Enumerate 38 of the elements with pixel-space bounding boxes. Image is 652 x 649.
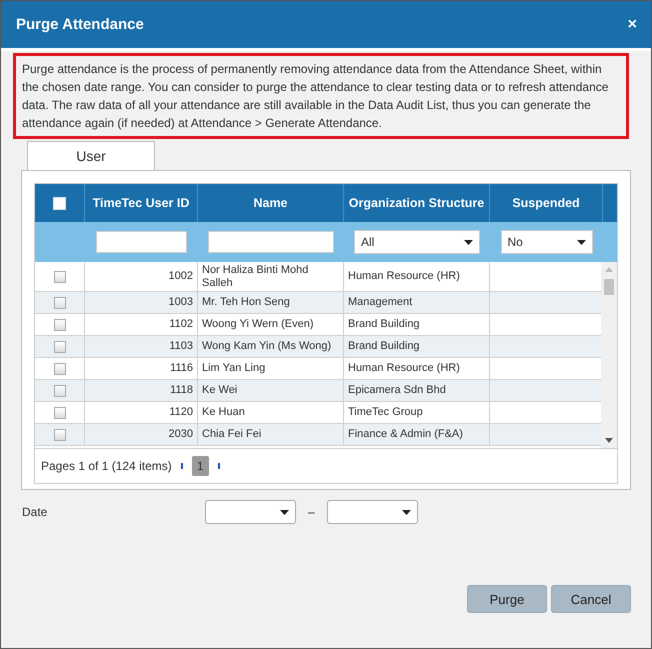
dialog-button[interactable]: Purge [467, 585, 547, 613]
end-date-dropdown[interactable] [326, 500, 418, 524]
dialog-title: Purge Attendance [16, 16, 144, 33]
select-all-checkbox[interactable] [53, 196, 66, 210]
row-checkbox[interactable] [54, 362, 66, 374]
filter-dropdown[interactable]: No [500, 230, 592, 254]
row-checkbox[interactable] [54, 318, 66, 330]
filter-dropdown[interactable]: All [354, 230, 480, 254]
next-page-icon[interactable] [218, 463, 220, 469]
date-label: Date [22, 505, 48, 519]
scroll-up-icon[interactable] [605, 267, 613, 272]
row-checkbox[interactable] [54, 340, 66, 352]
caret-icon [576, 240, 586, 244]
close-button[interactable]: × [628, 16, 637, 34]
scroll-thumb[interactable] [604, 279, 614, 295]
caret-icon [280, 510, 289, 514]
table-cell: 2030 [85, 424, 198, 446]
row-checkbox[interactable] [54, 428, 66, 440]
filter-field[interactable] [208, 231, 334, 253]
start-date-dropdown[interactable] [205, 500, 296, 524]
page-button[interactable]: 1 [192, 456, 209, 476]
scroll-down-icon[interactable] [605, 438, 613, 443]
row-checkbox[interactable] [54, 270, 66, 282]
caret-icon [464, 240, 473, 244]
table-cell: Chia Fei Fei [198, 424, 344, 446]
row-checkbox[interactable] [54, 406, 66, 418]
filter-field[interactable] [96, 231, 187, 253]
notice-text: Purge attendance is the process of permanently removing attendance data from the Attendance Sheet, within the chosen date range. You can consider to purge the attendance to clear testing data or to refresh attendance data. The raw data of all your attendance are still available in the Data Audit List, thus you can generate the attendance again (if needed) at Attendance > Generate Attendance. [13, 53, 629, 139]
previous-page-icon[interactable] [180, 463, 183, 469]
tab[interactable]: User [27, 141, 155, 170]
dialog-button[interactable]: Cancel [551, 585, 631, 613]
pager-summary: Pages 1 of 1 (124 items) [41, 459, 172, 473]
caret-icon [402, 510, 411, 514]
table-cell: Finance & Admin (F&A) [344, 424, 490, 446]
row-checkbox[interactable] [54, 296, 66, 308]
row-checkbox[interactable] [54, 384, 66, 396]
scrollbar[interactable] [601, 262, 617, 448]
date-separator: – [308, 505, 315, 519]
